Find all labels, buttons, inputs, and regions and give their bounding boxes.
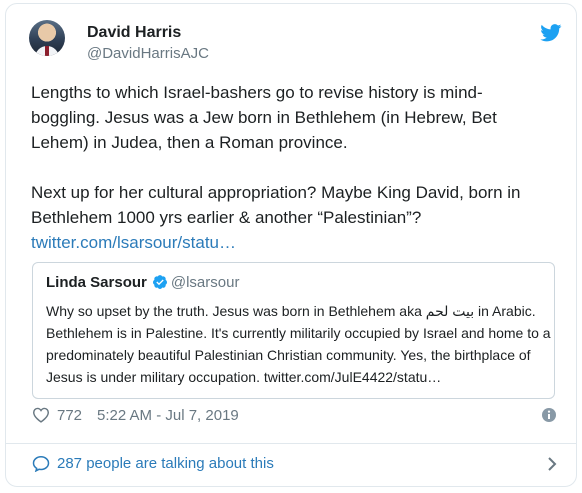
quoted-author-handle[interactable]: @lsarsour <box>171 274 240 291</box>
quoted-author-name[interactable]: Linda Sarsour <box>46 274 147 291</box>
tweet-paragraph-2: Next up for her cultural appropriation? … <box>31 180 551 255</box>
heart-icon[interactable] <box>32 407 50 423</box>
tweet-timestamp[interactable]: 5:22 AM - Jul 7, 2019 <box>97 407 239 424</box>
verified-badge-icon <box>152 275 167 289</box>
talking-count[interactable]: 287 people are talking about this <box>57 455 274 472</box>
reply-bubble-icon <box>32 455 50 472</box>
tweet-paragraph-2-text: Next up for her cultural appropriation? … <box>31 183 521 227</box>
card-divider <box>6 443 576 444</box>
twitter-bird-icon[interactable] <box>540 24 562 42</box>
tweet-meta: 772 5:22 AM - Jul 7, 2019 <box>32 406 557 426</box>
tweet-card: David Harris @DavidHarrisAJC Lengths to … <box>5 3 577 487</box>
chevron-right-icon[interactable] <box>547 456 557 472</box>
info-icon[interactable] <box>541 407 557 423</box>
tweet-link[interactable]: twitter.com/lsarsour/statu… <box>31 233 236 252</box>
conversation-footer[interactable]: 287 people are talking about this <box>32 453 557 475</box>
quoted-tweet-text: Why so upset by the truth. Jesus was bor… <box>46 303 551 385</box>
tweet-text: Lengths to which Israel-bashers go to re… <box>31 80 551 280</box>
tweet-paragraph-1: Lengths to which Israel-bashers go to re… <box>31 83 497 152</box>
author-avatar[interactable] <box>29 20 65 56</box>
quoted-tweet-header: Linda Sarsour @lsarsour <box>46 274 239 291</box>
author-handle[interactable]: @DavidHarrisAJC <box>87 45 209 62</box>
avatar-tie <box>45 46 49 56</box>
like-count[interactable]: 772 <box>57 407 82 424</box>
author-name[interactable]: David Harris <box>87 24 181 42</box>
quoted-tweet[interactable]: Linda Sarsour @lsarsour Why so upset by t… <box>32 262 555 399</box>
